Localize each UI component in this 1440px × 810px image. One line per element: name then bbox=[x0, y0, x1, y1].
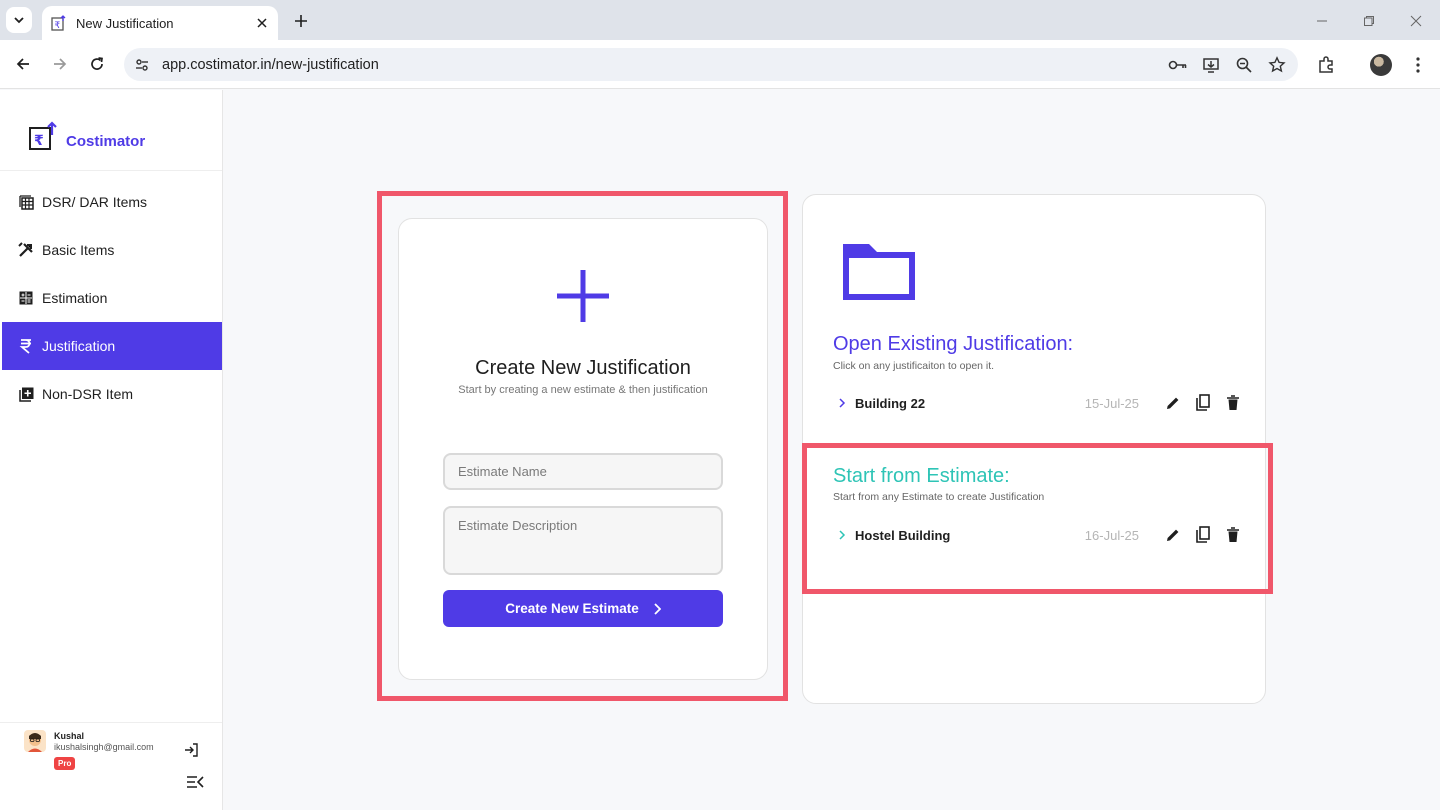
sidebar-item-basic-items[interactable]: Basic Items bbox=[2, 226, 222, 274]
edit-icon[interactable] bbox=[1163, 525, 1183, 545]
password-key-icon[interactable] bbox=[1166, 53, 1190, 77]
sidebar: ₹ Costimator DSR/ DAR Items Basic Items … bbox=[0, 90, 223, 810]
add-box-icon bbox=[18, 386, 34, 402]
delete-icon[interactable] bbox=[1223, 525, 1243, 545]
reload-icon[interactable] bbox=[85, 52, 109, 76]
svg-text:₹: ₹ bbox=[34, 133, 44, 149]
divider bbox=[0, 722, 222, 723]
rupee-favicon-icon: ₹ bbox=[50, 14, 68, 32]
create-new-estimate-button[interactable]: Create New Estimate bbox=[443, 590, 723, 627]
justification-date: 15-Jul-25 bbox=[1084, 395, 1139, 411]
sidebar-item-estimation[interactable]: Estimation bbox=[2, 274, 222, 322]
extensions-icon[interactable] bbox=[1314, 53, 1338, 77]
existing-section-subtitle: Click on any justificaiton to open it. bbox=[833, 360, 995, 372]
sidebar-item-label: Justification bbox=[42, 338, 116, 354]
browser-menu-icon[interactable] bbox=[1406, 53, 1430, 77]
from-estimate-section-title: Start from Estimate: bbox=[833, 465, 1010, 487]
chevron-right-icon[interactable] bbox=[835, 530, 849, 540]
sidebar-item-label: Basic Items bbox=[42, 242, 115, 258]
divider bbox=[0, 170, 222, 171]
sidebar-item-justification[interactable]: Justification bbox=[2, 322, 222, 370]
from-estimate-section-subtitle: Start from any Estimate to create Justif… bbox=[833, 491, 1045, 503]
tab-title: New Justification bbox=[76, 15, 174, 31]
costimator-logo-icon: ₹ bbox=[29, 121, 57, 150]
back-icon[interactable] bbox=[11, 52, 35, 76]
list-item[interactable]: Hostel Building 16-Jul-25 bbox=[833, 523, 1243, 547]
chevron-down-icon bbox=[14, 17, 24, 24]
brand-logo[interactable]: ₹ Costimator bbox=[28, 120, 145, 152]
bookmark-star-icon[interactable] bbox=[1265, 53, 1289, 77]
forward-icon[interactable] bbox=[48, 52, 72, 76]
edit-icon[interactable] bbox=[1163, 393, 1183, 413]
table-grid-icon bbox=[18, 194, 34, 210]
sidebar-item-label: Estimation bbox=[42, 290, 108, 306]
brand-name: Costimator bbox=[66, 132, 146, 150]
justification-name[interactable]: Building 22 bbox=[855, 396, 1085, 411]
list-item[interactable]: Building 22 15-Jul-25 bbox=[833, 391, 1243, 415]
sidebar-item-label: DSR/ DAR Items bbox=[42, 194, 148, 210]
new-tab-button[interactable] bbox=[290, 10, 312, 32]
estimate-date: 16-Jul-25 bbox=[1084, 527, 1139, 543]
sidebar-item-label: Non-DSR Item bbox=[42, 386, 134, 402]
sidebar-nav: DSR/ DAR Items Basic Items Estimation Ju… bbox=[2, 178, 222, 418]
create-title: Create New Justification bbox=[475, 357, 691, 379]
user-avatar[interactable] bbox=[24, 730, 46, 752]
sidebar-item-non-dsr-item[interactable]: Non-DSR Item bbox=[2, 370, 222, 418]
estimate-name[interactable]: Hostel Building bbox=[855, 528, 1085, 543]
estimate-description-input[interactable] bbox=[443, 506, 723, 575]
url-text: app.costimator.in/new-justification bbox=[162, 56, 379, 73]
sidebar-item-dsr-dar-items[interactable]: DSR/ DAR Items bbox=[2, 178, 222, 226]
plus-icon bbox=[557, 270, 609, 322]
delete-icon[interactable] bbox=[1223, 393, 1243, 413]
minimize-icon[interactable] bbox=[1311, 10, 1333, 32]
install-app-icon[interactable] bbox=[1199, 53, 1223, 77]
plus-icon bbox=[295, 15, 307, 27]
browser-tab-bar: ₹ New Justification bbox=[0, 0, 1440, 40]
tab-search-button[interactable] bbox=[6, 7, 32, 33]
collapse-menu-icon[interactable] bbox=[186, 774, 204, 790]
user-email: ikushalsingh@gmail.com bbox=[54, 742, 154, 752]
tools-icon bbox=[18, 242, 34, 258]
close-window-icon[interactable] bbox=[1405, 10, 1427, 32]
copy-icon[interactable] bbox=[1193, 393, 1213, 413]
zoom-icon[interactable] bbox=[1232, 53, 1256, 77]
restore-icon[interactable] bbox=[1358, 10, 1380, 32]
button-label: Create New Estimate bbox=[505, 601, 639, 616]
estimate-name-input[interactable] bbox=[443, 453, 723, 490]
browser-toolbar: app.costimator.in/new-justification bbox=[0, 40, 1440, 89]
site-settings-icon[interactable] bbox=[130, 53, 154, 77]
svg-text:₹: ₹ bbox=[55, 21, 61, 31]
logout-icon[interactable] bbox=[184, 742, 200, 758]
folder-icon bbox=[843, 244, 915, 300]
user-name: Kushal bbox=[54, 731, 85, 741]
close-tab-icon[interactable] bbox=[254, 15, 270, 31]
browser-profile-avatar[interactable] bbox=[1370, 54, 1392, 76]
chevron-right-icon bbox=[654, 602, 661, 615]
address-bar[interactable]: app.costimator.in/new-justification bbox=[124, 48, 1298, 81]
chevron-right-icon[interactable] bbox=[835, 398, 849, 408]
pro-badge: Pro bbox=[54, 757, 76, 770]
copy-icon[interactable] bbox=[1193, 525, 1213, 545]
create-subtitle: Start by creating a new estimate & then … bbox=[458, 384, 708, 396]
calculator-icon bbox=[18, 290, 34, 306]
browser-tab-active[interactable]: ₹ New Justification bbox=[42, 6, 278, 40]
rupee-icon bbox=[18, 338, 34, 354]
existing-section-title: Open Existing Justification: bbox=[833, 333, 1074, 355]
